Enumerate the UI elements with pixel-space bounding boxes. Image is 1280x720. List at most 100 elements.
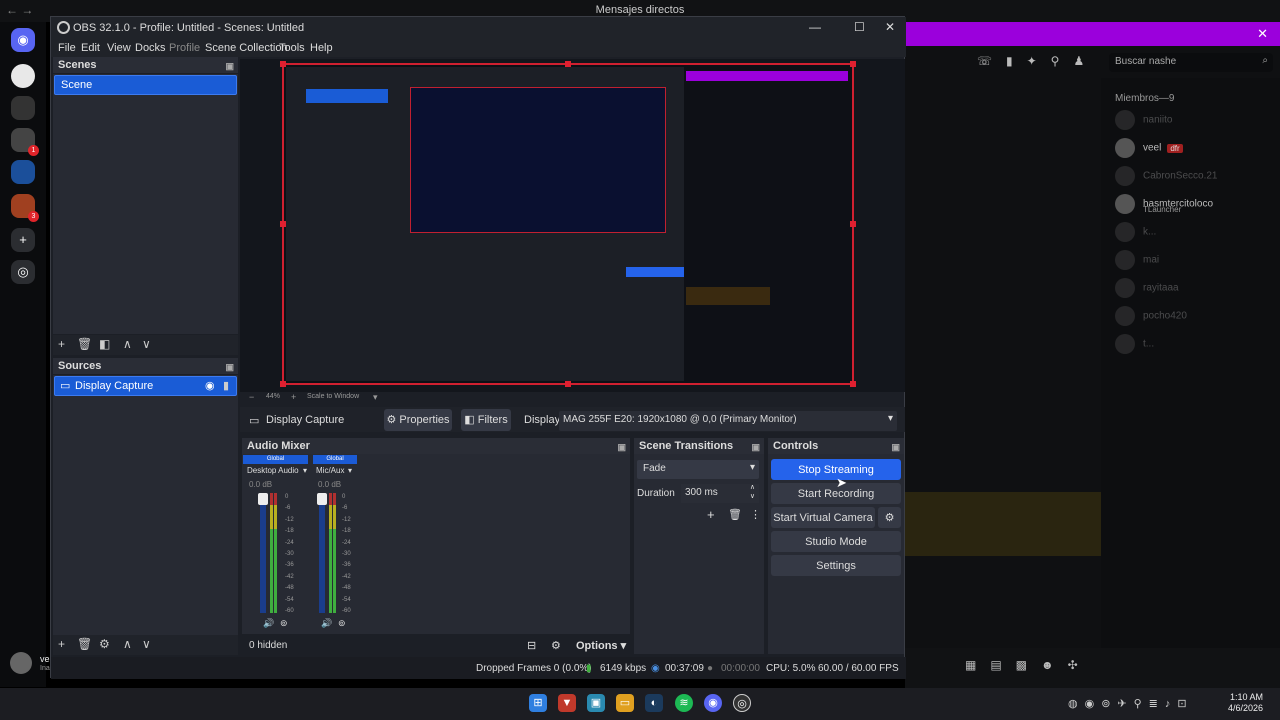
channel-menu-icon[interactable]: ▾ [348, 466, 352, 475]
trash-icon[interactable]: 🗑 [728, 508, 742, 521]
channel-menu-icon[interactable]: ▾ [303, 466, 307, 475]
more-icon[interactable]: ⋮ [750, 508, 761, 521]
dock-float-icon[interactable]: ▣ [751, 439, 760, 455]
add-icon[interactable]: + [707, 507, 715, 522]
folder-icon[interactable]: ▭ [616, 694, 634, 712]
move-down-icon[interactable]: ∨ [142, 337, 151, 351]
member-item[interactable]: k... [1115, 222, 1156, 242]
filter-icon[interactable]: ◧ [99, 337, 110, 351]
member-item[interactable]: mai [1115, 250, 1159, 270]
speaker-icon[interactable]: 🔊 [321, 618, 332, 629]
dock-float-icon[interactable]: ▣ [225, 359, 234, 375]
explore-icon[interactable]: ◎ [11, 260, 35, 284]
volume-slider-handle[interactable] [317, 493, 327, 505]
properties-button[interactable]: ⚙ Properties [384, 409, 452, 431]
spotify-icon[interactable]: ≋ [675, 694, 693, 712]
steam-icon[interactable]: ◐ [645, 694, 663, 712]
scene-item[interactable]: Scene [54, 75, 237, 95]
source-item[interactable]: ▭ Display Capture ◉ ▮ [54, 376, 237, 396]
browser-icon[interactable]: ▼ [558, 694, 576, 712]
add-icon[interactable]: + [58, 337, 65, 351]
header-actions-icons[interactable]: ☏▮✦⚲♟ [977, 54, 1098, 68]
move-down-icon[interactable]: ∨ [142, 637, 151, 651]
app-icon[interactable]: ▣ [587, 694, 605, 712]
virtual-camera-settings-icon[interactable]: ⚙ [878, 507, 901, 528]
options-button[interactable]: Options ▾ [576, 639, 626, 652]
member-item[interactable]: CabronSecco.21 [1115, 166, 1218, 186]
add-icon[interactable]: + [58, 637, 65, 651]
server-folder-icon[interactable]: 3 [11, 194, 39, 222]
studio-mode-button[interactable]: Studio Mode [771, 531, 901, 552]
server-icon[interactable] [11, 96, 35, 120]
minimize-icon[interactable]: — [809, 20, 821, 34]
transition-select[interactable]: Fade ▾ [637, 460, 759, 479]
resize-handle[interactable] [565, 61, 571, 67]
dock-float-icon[interactable]: ▣ [891, 439, 900, 455]
eye-icon[interactable]: ◉ [205, 377, 215, 396]
resize-handle[interactable] [565, 381, 571, 387]
member-item[interactable]: veel dfr [1115, 138, 1183, 158]
monitor-audio-icon[interactable]: ⊚ [280, 618, 288, 629]
search-input[interactable]: Buscar nashe ⌕ [1109, 53, 1273, 72]
obs-icon[interactable]: ◎ [733, 694, 751, 712]
start-virtual-camera-button[interactable]: Start Virtual Camera [771, 507, 875, 528]
resize-handle[interactable] [280, 221, 286, 227]
menu-profile[interactable]: Profile [169, 42, 200, 54]
resize-handle[interactable] [850, 221, 856, 227]
speaker-icon[interactable]: 🔊 [263, 618, 274, 629]
volume-slider[interactable] [319, 493, 325, 613]
discord-icon[interactable]: ◉ [704, 694, 722, 712]
member-item[interactable]: pocho420 [1115, 306, 1187, 326]
resize-handle[interactable] [850, 381, 856, 387]
avatar[interactable] [10, 652, 32, 674]
member-item[interactable]: t... [1115, 334, 1154, 354]
volume-slider-handle[interactable] [258, 493, 268, 505]
volume-slider[interactable] [260, 493, 266, 613]
close-icon[interactable]: ✕ [885, 20, 895, 34]
member-item[interactable]: rayitaaa [1115, 278, 1179, 298]
menu-help[interactable]: Help [310, 42, 333, 54]
dock-float-icon[interactable]: ▣ [225, 58, 234, 74]
layout-icon[interactable]: ⊟ [527, 639, 536, 652]
maximize-icon[interactable]: ☐ [854, 20, 865, 34]
server-icon[interactable]: 1 [11, 128, 39, 156]
lock-icon[interactable]: ▮ [223, 377, 229, 396]
preview-canvas[interactable] [282, 63, 854, 385]
menu-edit[interactable]: Edit [81, 42, 100, 54]
menu-docks[interactable]: Docks [135, 42, 166, 54]
settings-button[interactable]: Settings [771, 555, 901, 576]
move-up-icon[interactable]: ∧ [123, 637, 132, 651]
close-icon[interactable]: ✕ [1257, 26, 1268, 42]
menu-scene-collection[interactable]: Scene Collection [205, 42, 288, 54]
duration-input[interactable]: 300 ms ∧ ∨ [681, 484, 759, 503]
resize-handle[interactable] [280, 61, 286, 67]
move-up-icon[interactable]: ∧ [123, 337, 132, 351]
zoom-in-icon[interactable]: + [291, 392, 296, 402]
monitor-audio-icon[interactable]: ⊚ [338, 618, 346, 629]
discord-home-icon[interactable]: ◉ [11, 28, 35, 52]
resize-handle[interactable] [280, 381, 286, 387]
stepper-icon[interactable]: ∧ ∨ [750, 483, 755, 501]
filters-button[interactable]: ◧ Filters [461, 409, 511, 431]
add-server-icon[interactable]: + [11, 228, 35, 252]
member-item[interactable]: naniito [1115, 110, 1172, 130]
member-item[interactable]: hasmtercitoloco TLauncher [1115, 194, 1213, 214]
display-select[interactable]: MAG 255F E20: 1920x1080 @ 0,0 (Primary M… [559, 411, 897, 431]
dock-float-icon[interactable]: ▣ [617, 439, 626, 455]
start-icon[interactable]: ⊞ [529, 694, 547, 712]
scale-select[interactable]: Scale to Window [307, 393, 359, 400]
zoom-out-icon[interactable]: − [249, 392, 254, 402]
chevron-down-icon[interactable]: ▾ [373, 392, 378, 403]
system-tray-icons[interactable]: ◍◉⊚✈⚲≣♪⊡ [1068, 697, 1194, 710]
taskbar-clock[interactable]: 1:10 AM 4/6/2026 [1228, 692, 1263, 714]
menu-tools[interactable]: Tools [279, 42, 305, 54]
trash-icon[interactable]: 🗑 [77, 637, 92, 651]
menu-view[interactable]: View [107, 42, 131, 54]
menu-file[interactable]: File [58, 42, 76, 54]
gear-icon[interactable]: ⚙ [551, 639, 561, 652]
trash-icon[interactable]: 🗑 [77, 337, 92, 351]
gear-icon[interactable]: ⚙ [99, 637, 110, 651]
server-icon[interactable] [11, 64, 35, 88]
resize-handle[interactable] [850, 61, 856, 67]
server-icon[interactable] [11, 160, 35, 184]
